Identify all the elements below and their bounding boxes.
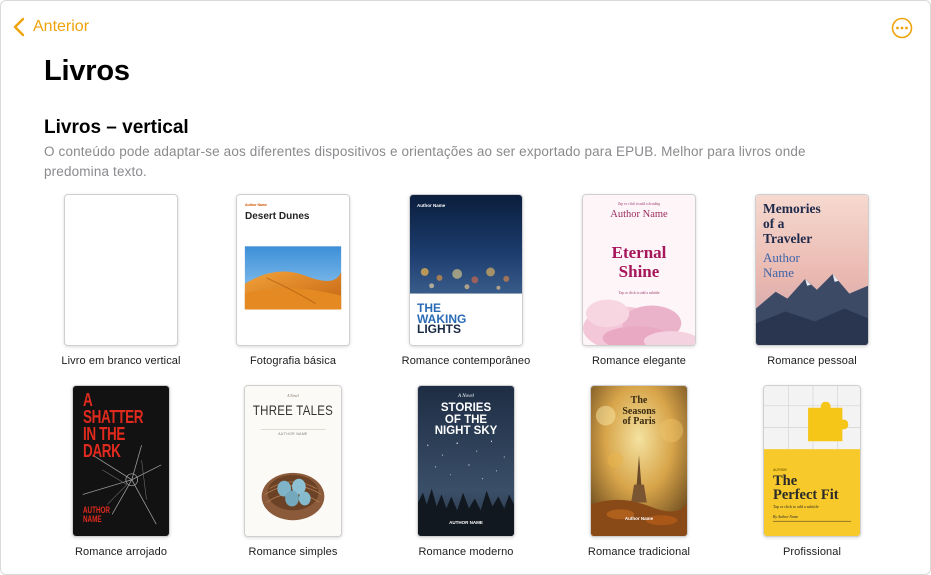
template-thumbnail: Memories of a Traveler Author Name: [755, 194, 869, 346]
cover-title: Eternal Shine: [611, 243, 667, 281]
cover-kicker: A Novel: [287, 394, 299, 398]
cover-tag: AUTHOR: [773, 468, 787, 472]
template-thumbnail: Tap or click to add a heading Author Nam…: [582, 194, 696, 346]
back-button[interactable]: Anterior: [13, 16, 89, 38]
cover-title: Desert Dunes: [245, 211, 310, 222]
section-description: O conteúdo pode adaptar-se aos diferente…: [44, 144, 806, 179]
cover-author: Author Name: [417, 203, 446, 208]
template-thumbnail: A Novel THREE TALES AUTHOR NAME: [244, 385, 342, 537]
template-label: Profissional: [782, 546, 842, 558]
template-label: Romance pessoal: [767, 355, 857, 367]
more-options-button[interactable]: [891, 17, 913, 39]
template-thumbnail: The Seasons of Paris Author Name: [590, 385, 688, 537]
template-thumbnail: Author Name THE WAKING LIGHTS: [409, 194, 523, 346]
page-title: Livros: [44, 55, 130, 87]
template-label: Fotografia básica: [249, 355, 337, 367]
cover-subtitle-hint: Tap or click to add a subtitle: [773, 504, 819, 509]
template-label: Romance elegante: [592, 355, 686, 367]
cover-heading-hint: Tap or click to add a heading: [617, 202, 661, 206]
cover-title: STORIES OF THE NIGHT SKY: [434, 402, 498, 437]
cover-author: Author Name: [610, 209, 668, 220]
cover-title: THREE TALES: [252, 403, 334, 418]
cover-title: A SHATTER IN THE DARK: [83, 390, 144, 461]
cover-title: The Seasons of Paris: [622, 395, 656, 427]
template-label: Romance contemporâneo: [401, 355, 531, 367]
template-label: Romance tradicional: [587, 546, 691, 558]
cover-author: Author Name: [624, 516, 654, 521]
chevron-left-icon: [13, 17, 25, 37]
template-chooser-window: Anterior Livros Livros – vertical O cont…: [0, 0, 931, 575]
cover-title: THE WAKING LIGHTS: [417, 301, 467, 336]
section-title: Livros – vertical: [44, 117, 189, 138]
cover-author: Author Name: [763, 250, 800, 280]
cover-title: The Perfect Fit: [773, 473, 839, 503]
cover-kicker: A Novel: [458, 394, 474, 399]
template-thumbnail: AUTHOR The Perfect Fit Tap or click to a…: [763, 385, 861, 537]
cover-author: AUTHOR NAME: [449, 520, 483, 525]
cover-author: AUTHOR NAME: [83, 505, 110, 524]
template-label: Romance moderno: [418, 546, 514, 558]
cover-author: AUTHOR NAME: [278, 432, 308, 436]
template-thumbnail: A SHATTER IN THE DARK AUTHOR NAME: [72, 385, 170, 537]
ellipsis-circle-icon: [891, 17, 913, 39]
template-thumbnail: Author Name Desert Dunes: [236, 194, 350, 346]
back-button-label: Anterior: [33, 18, 90, 35]
template-label: Romance simples: [248, 546, 338, 558]
cover-author: By Author Name: [773, 515, 799, 519]
template-label: Romance arrojado: [74, 546, 168, 558]
cover-title: Memories of a Traveler: [763, 201, 821, 246]
template-label: Livro em branco vertical: [61, 355, 181, 367]
puzzle-piece-image: [764, 386, 860, 536]
template-thumbnail: [64, 194, 178, 346]
cover-subtitle-hint: Tap or click to add a subtitle: [618, 291, 660, 295]
cover-author: Author Name: [245, 203, 267, 207]
template-thumbnail: A Novel STORIES OF THE NIGHT SKY AUTHOR …: [417, 385, 515, 537]
